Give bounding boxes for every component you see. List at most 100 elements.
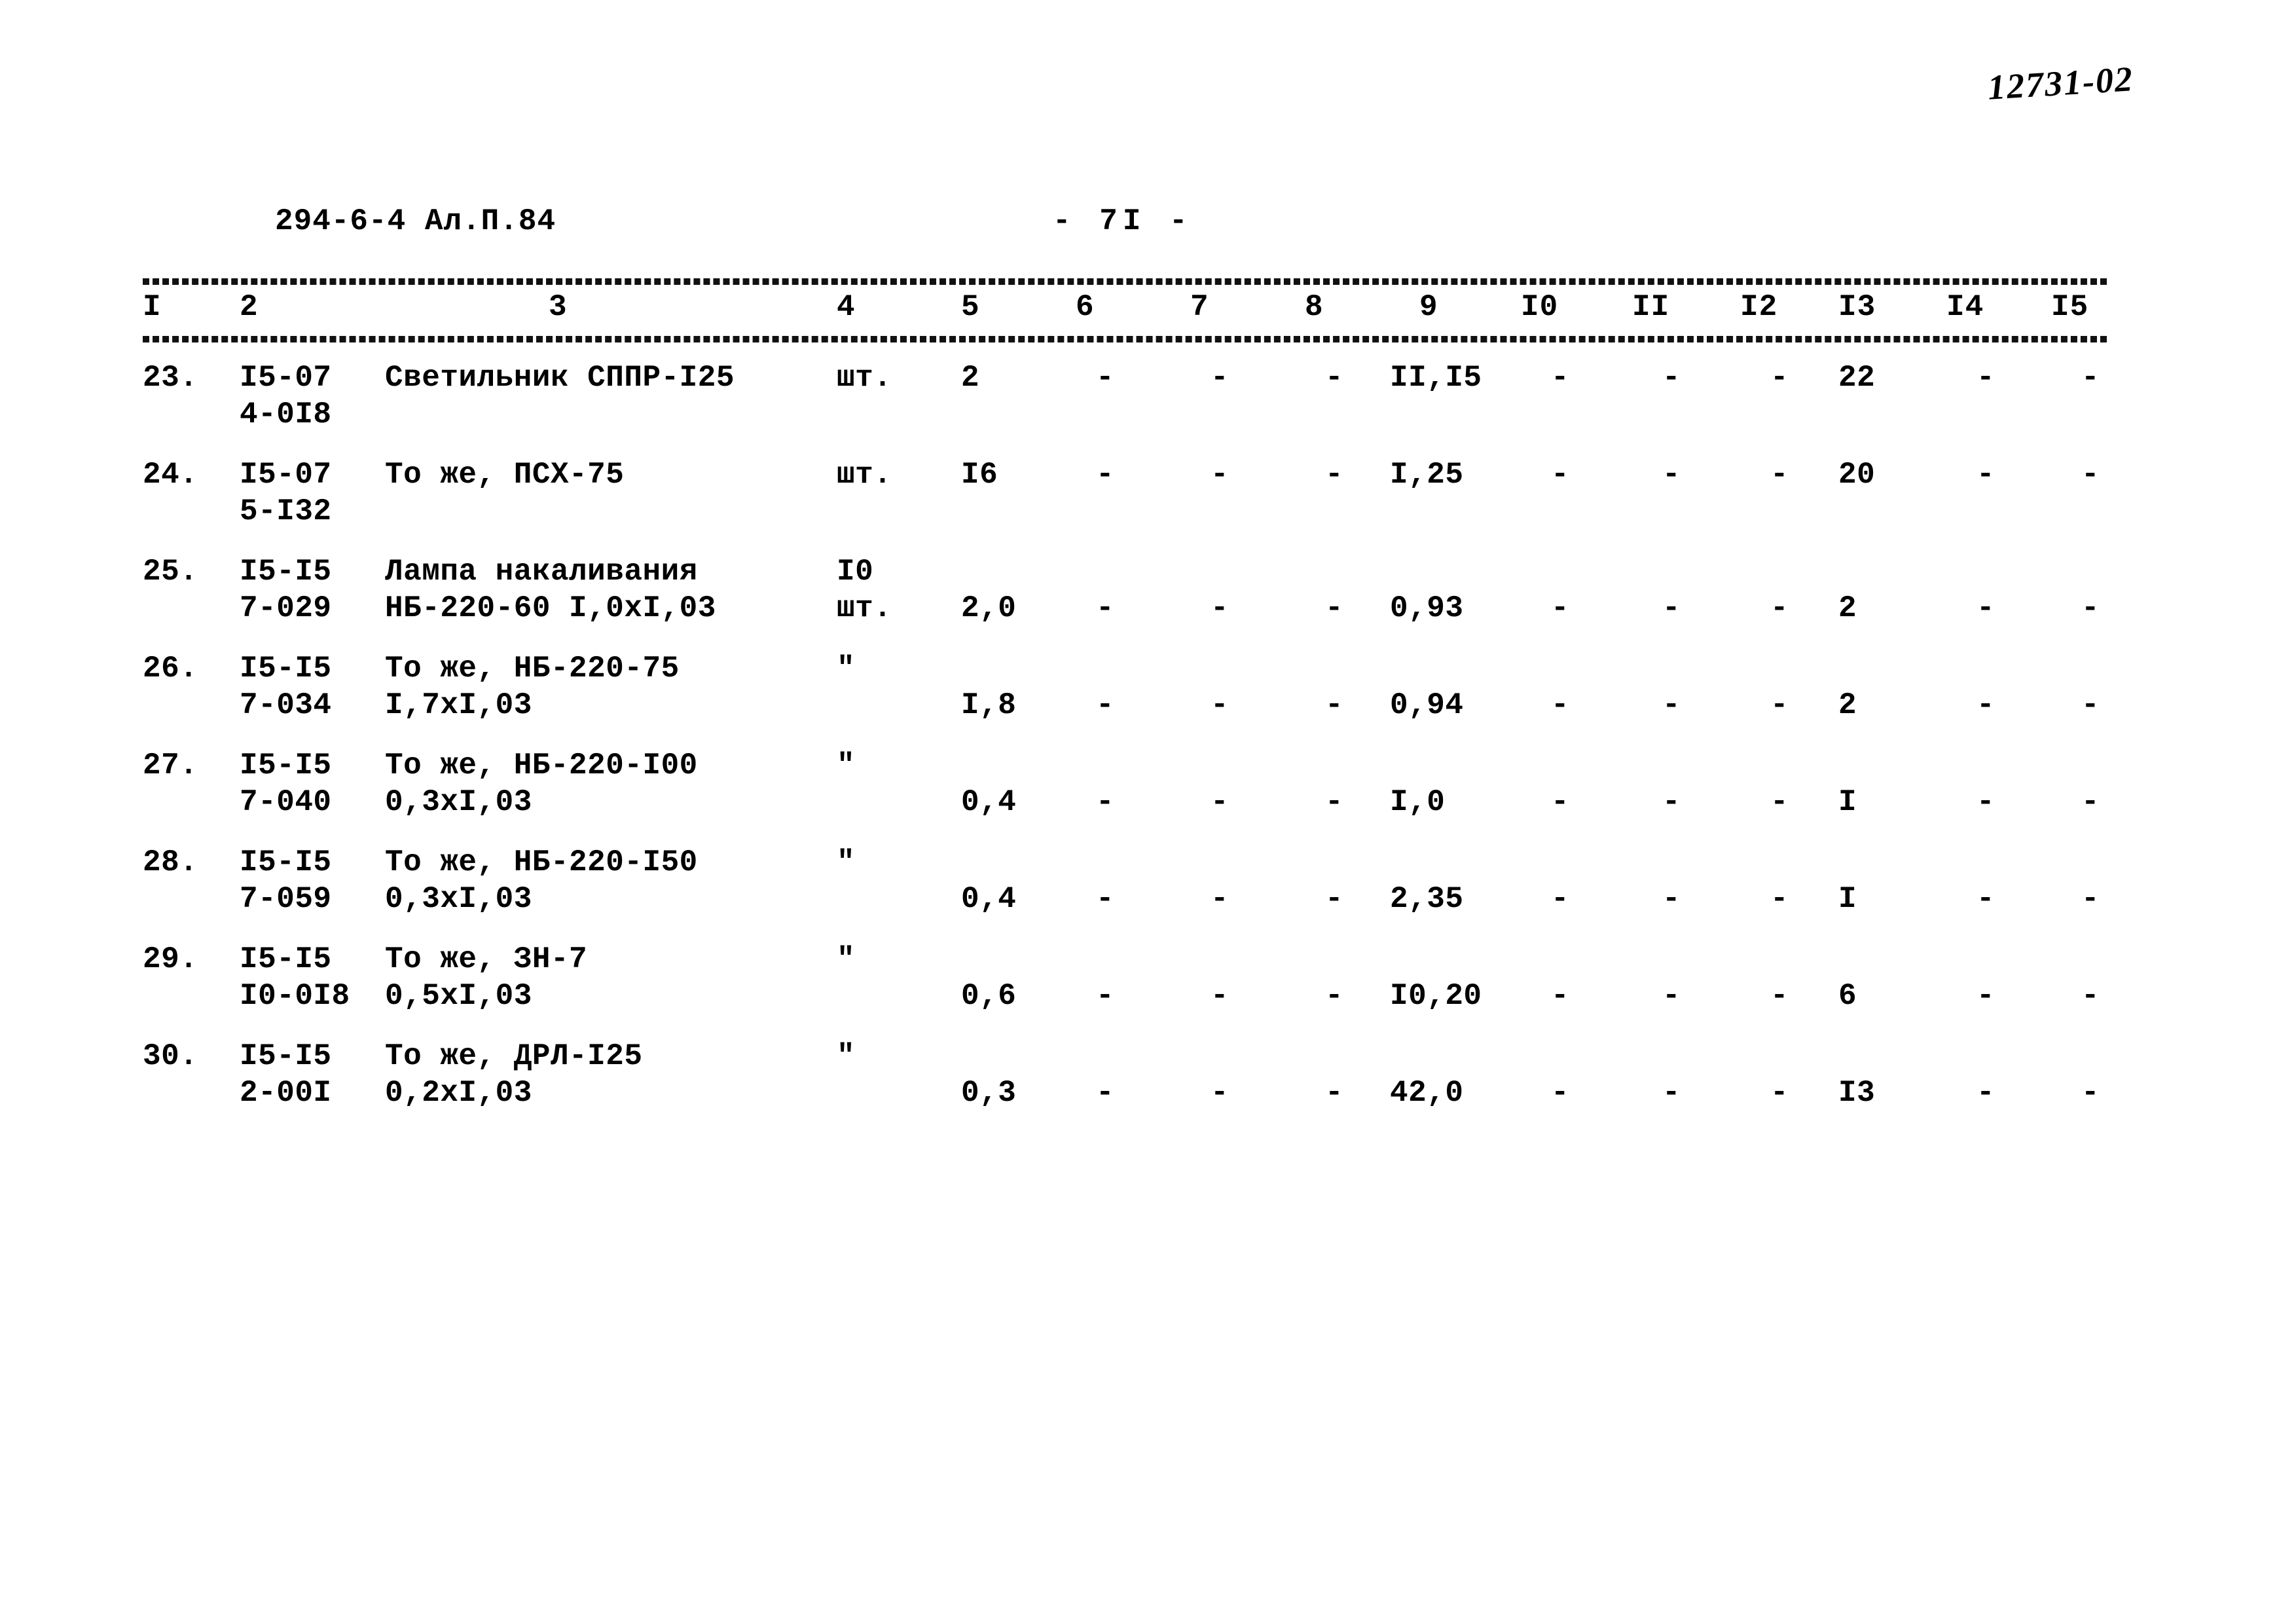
row-col13: 20 [1838, 458, 1876, 492]
row-unit-line1: I0 [837, 555, 874, 589]
table-row: 25. I5-I5 7-029 Лампа накаливания НБ-220-60 … [143, 553, 2107, 650]
row-col15: - [2081, 458, 2100, 492]
row-name: То же, ПСХ-75 [385, 456, 843, 493]
row-name-line1: То же, НБ-220-I00 [385, 748, 698, 783]
row-col11: - [1662, 785, 1681, 819]
row-col8: - [1324, 688, 1344, 722]
row-name-line2: НБ-220-60 I,0xI,03 [385, 591, 716, 625]
row-name-line1: Лампа накаливания [385, 555, 698, 589]
column-header-6: 6 [1076, 290, 1095, 324]
row-col10: - [1550, 591, 1570, 625]
row-name-line2: 0,5xI,03 [385, 979, 532, 1013]
row-col5: 0,4 [961, 785, 1017, 819]
row-name: То же, ДРЛ-I25 0,2xI,03 [385, 1038, 843, 1111]
row-unit: " [837, 747, 948, 784]
row-col7: - [1210, 979, 1230, 1013]
row-col11: - [1662, 688, 1681, 722]
row-col9: I0,20 [1390, 979, 1482, 1013]
row-name-line2: I,7xI,03 [385, 688, 532, 722]
row-unit: шт. [837, 456, 948, 493]
row-unit-line2: шт. [837, 591, 892, 625]
row-col8: - [1324, 591, 1344, 625]
row-col10: - [1550, 458, 1570, 492]
row-col14: - [1976, 688, 1995, 722]
row-col8: - [1324, 1076, 1344, 1110]
row-col6: - [1095, 458, 1115, 492]
row-col15: - [2081, 591, 2100, 625]
row-number: 29. [143, 942, 198, 976]
row-unit-line2: " [837, 652, 856, 686]
row-col6: - [1095, 688, 1115, 722]
row-name-line1: То же, ПСХ-75 [385, 458, 625, 492]
row-col7: - [1210, 458, 1230, 492]
row-unit-line1: " [837, 1039, 856, 1073]
column-header-1: I [143, 290, 162, 324]
table-row: 29. I5-I5 I0-0I8 То же, ЗН-7 0,5xI,03 " 0,6- - -… [143, 941, 2107, 1038]
row-code: I5-I5 7-059 [240, 844, 390, 917]
row-col12: - [1770, 785, 1789, 819]
row-col7: - [1210, 882, 1230, 916]
row-col5: 2 [961, 361, 980, 395]
row-col8: - [1324, 785, 1344, 819]
row-col13: I [1838, 882, 1857, 916]
row-col14: - [1976, 361, 1995, 395]
row-col14: - [1976, 979, 1995, 1013]
row-col14: - [1976, 591, 1995, 625]
row-name-line1: То же, ДРЛ-I25 [385, 1039, 643, 1073]
row-code: I5-I5 I0-0I8 [240, 941, 390, 1014]
row-code-line2: 7-059 [240, 882, 332, 916]
row-name: То же, НБ-220-I50 0,3xI,03 [385, 844, 843, 917]
row-name: Лампа накаливания НБ-220-60 I,0xI,03 [385, 553, 843, 627]
table-row: 23. I5-07 4-0I8 Светильник СППР-I25 шт. 2- - - I… [143, 360, 2107, 456]
row-col12: - [1770, 688, 1789, 722]
row-col10: - [1550, 979, 1570, 1013]
row-col13: 2 [1838, 688, 1857, 722]
row-number: 23. [143, 361, 198, 395]
row-col12: - [1770, 1076, 1789, 1110]
column-header-7: 7 [1190, 290, 1209, 324]
table-row: 30. I5-I5 2-00I То же, ДРЛ-I25 0,2xI,03 " 0,3-… [143, 1038, 2107, 1135]
row-name-line1: Светильник СППР-I25 [385, 361, 735, 395]
page-header: 294-6-4 Ал.П.84 - 7I - [0, 204, 2296, 250]
row-name: То же, НБ-220-I00 0,3xI,03 [385, 747, 843, 821]
row-col15: - [2081, 979, 2100, 1013]
row-code: I5-I5 2-00I [240, 1038, 390, 1111]
row-col6: - [1095, 591, 1115, 625]
row-code: I5-I5 7-029 [240, 553, 390, 627]
row-col9: 0,93 [1390, 591, 1464, 625]
row-number: 28. [143, 845, 198, 879]
row-code-line2: 7-040 [240, 785, 332, 819]
row-col13: 2 [1838, 591, 1857, 625]
row-col7: - [1210, 1076, 1230, 1110]
row-name-line2: 0,2xI,03 [385, 1076, 532, 1110]
row-col11: - [1662, 979, 1681, 1013]
row-col5: 0,4 [961, 882, 1017, 916]
table-row: 27. I5-I5 7-040 То же, НБ-220-I00 0,3xI,03 " 0… [143, 747, 2107, 844]
row-name: То же, ЗН-7 0,5xI,03 [385, 941, 843, 1014]
row-code-line1: I5-I5 [240, 748, 332, 783]
row-col8: - [1324, 882, 1344, 916]
row-col9: II,I5 [1390, 361, 1482, 395]
row-col9: 2,35 [1390, 882, 1464, 916]
row-col13: 6 [1838, 979, 1857, 1013]
row-unit: I0 шт. [837, 553, 948, 627]
row-col15: - [2081, 882, 2100, 916]
row-col7: - [1210, 688, 1230, 722]
row-col12: - [1770, 979, 1789, 1013]
row-col7: - [1210, 361, 1230, 395]
row-name-line2: 0,3xI,03 [385, 882, 532, 916]
row-col6: - [1095, 361, 1115, 395]
row-unit-line2: " [837, 748, 856, 783]
page-number: - 7I - [1053, 204, 1193, 238]
column-header-3: 3 [549, 290, 568, 324]
row-code-line2: 4-0I8 [240, 397, 332, 432]
row-col14: - [1976, 1076, 1995, 1110]
column-header-10: I0 [1521, 290, 1559, 324]
document-code: 294-6-4 Ал.П.84 [275, 204, 556, 238]
row-col7: - [1210, 591, 1230, 625]
row-code: I5-07 4-0I8 [240, 360, 390, 433]
row-col15: - [2081, 1076, 2100, 1110]
table-top-rule [143, 278, 2107, 285]
row-code-line2: 7-029 [240, 591, 332, 625]
row-col13: I [1838, 785, 1857, 819]
